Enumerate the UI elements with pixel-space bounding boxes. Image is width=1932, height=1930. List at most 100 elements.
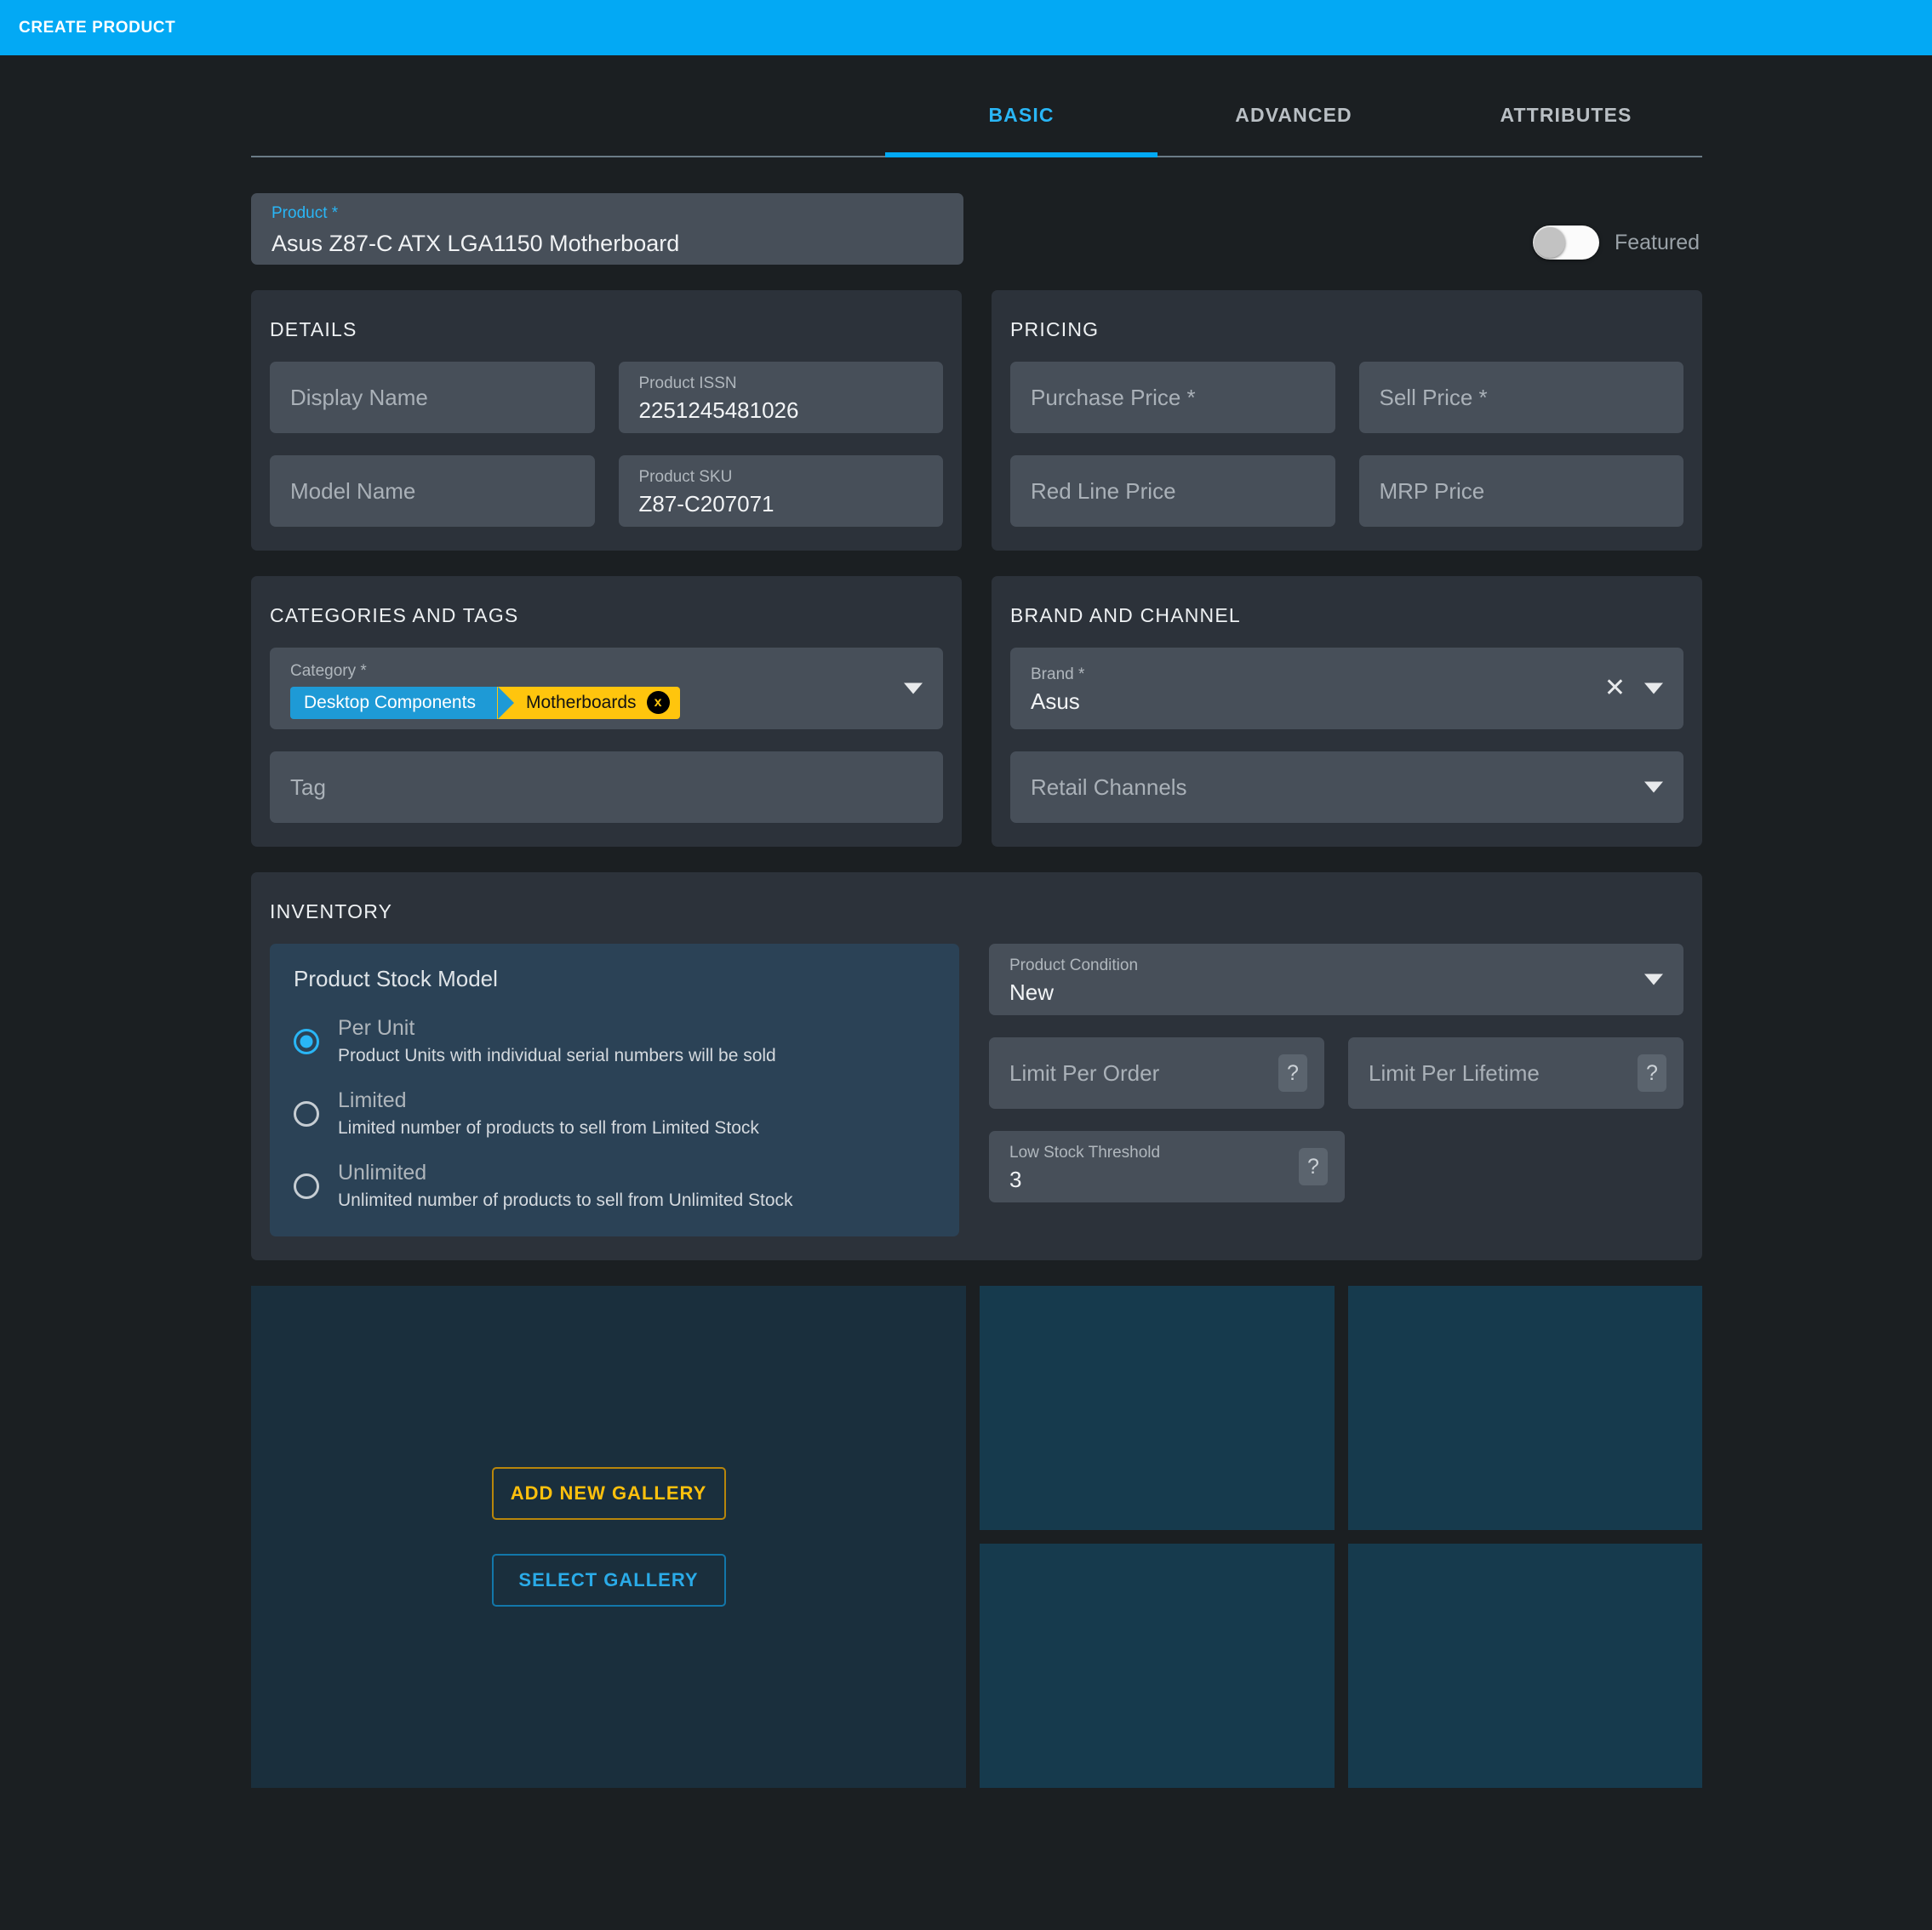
tab-attributes[interactable]: ATTRIBUTES [1430,104,1702,156]
product-condition-label: Product Condition [1009,956,1139,974]
gallery-tile-grid [980,1286,1702,1788]
stock-option-limited-text: Limited Limited number of products to se… [338,1088,759,1139]
details-pricing-row: DETAILS Display Name Product ISSN 225124… [251,290,1702,551]
product-stock-model-card: Product Stock Model Per Unit Product Uni… [270,944,959,1236]
details-panel-title: DETAILS [270,318,357,340]
purchase-price-input[interactable]: Purchase Price * [1010,362,1335,433]
content-column: BASIC ADVANCED ATTRIBUTES Product * Asus… [251,55,1702,1788]
product-issn-input[interactable]: Product ISSN 2251245481026 [618,362,943,433]
stock-option-per-unit-text: Per Unit Product Units with individual s… [338,1016,776,1066]
featured-label: Featured [1614,230,1700,254]
category-select[interactable]: Category * Desktop Components Motherboar… [270,648,943,729]
stock-option-limited[interactable]: Limited Limited number of products to se… [294,1088,935,1139]
featured-toggle[interactable] [1532,226,1599,260]
mrp-price-input[interactable]: MRP Price [1358,455,1683,527]
brand-label: Brand * [1031,665,1085,683]
display-name-placeholder: Display Name [290,384,428,410]
chevron-down-icon[interactable] [1644,682,1663,694]
product-name-row: Product * Asus Z87-C ATX LGA1150 Motherb… [251,193,1702,265]
clear-icon[interactable]: ✕ [1604,676,1626,701]
chevron-down-icon[interactable] [904,682,923,694]
stock-option-unlimited[interactable]: Unlimited Unlimited number of products t… [294,1161,935,1211]
help-icon[interactable]: ? [1299,1148,1328,1185]
product-sku-input[interactable]: Product SKU Z87-C207071 [618,455,943,527]
active-tab-indicator [885,152,1157,157]
select-gallery-button[interactable]: SELECT GALLERY [491,1554,726,1607]
model-name-placeholder: Model Name [290,477,416,504]
close-icon[interactable]: x [646,691,670,714]
red-line-price-placeholder: Red Line Price [1031,477,1176,504]
categories-brand-row: CATEGORIES AND TAGS Category * Desktop C… [251,576,1702,847]
category-chip-child-label: Motherboards [525,692,637,712]
tab-bar: BASIC ADVANCED ATTRIBUTES [251,55,1702,157]
limit-per-lifetime-input[interactable]: Limit Per Lifetime ? [1348,1037,1683,1109]
tag-input[interactable]: Tag [270,751,943,823]
details-row-2: Model Name Product SKU Z87-C207071 [270,455,943,527]
radio-icon[interactable] [294,1173,319,1199]
brand-panel: BRAND AND CHANNEL Brand * Asus ✕ Retail … [992,576,1702,847]
featured-toggle-group: Featured [1532,193,1702,260]
add-new-gallery-button[interactable]: ADD NEW GALLERY [491,1467,726,1520]
low-stock-row-spacer [1369,1131,1683,1202]
categories-panel-title: CATEGORIES AND TAGS [270,604,519,626]
stock-option-unlimited-desc: Unlimited number of products to sell fro… [338,1191,793,1210]
page-body: BASIC ADVANCED ATTRIBUTES Product * Asus… [0,55,1932,1930]
tab-basic[interactable]: BASIC [885,104,1157,156]
pricing-row-1: Purchase Price * Sell Price * [1010,362,1683,433]
stock-option-limited-desc: Limited number of products to sell from … [338,1118,759,1138]
limit-per-lifetime-placeholder: Limit Per Lifetime [1369,1059,1540,1086]
gallery-tile[interactable] [1347,1286,1702,1530]
radio-icon[interactable] [294,1028,319,1054]
product-condition-value: New [1009,979,1055,1005]
purchase-price-placeholder: Purchase Price * [1031,384,1196,410]
brand-value: Asus [1031,688,1080,714]
category-chip-child[interactable]: Motherboards x [496,686,680,719]
product-name-field[interactable]: Product * Asus Z87-C ATX LGA1150 Motherb… [251,193,963,265]
gallery-tile[interactable] [980,1544,1335,1788]
limit-per-order-input[interactable]: Limit Per Order ? [989,1037,1324,1109]
category-chip-parent[interactable]: Desktop Components [290,686,514,719]
product-stock-model-title: Product Stock Model [294,966,498,991]
inventory-panel-title: INVENTORY [270,900,393,922]
sell-price-placeholder: Sell Price * [1379,384,1488,410]
category-chip-list: Desktop Components Motherboards x [290,686,923,719]
inventory-panel: INVENTORY Product Stock Model Per Unit P… [251,872,1702,1260]
gallery-tile[interactable] [1347,1544,1702,1788]
stock-option-limited-label: Limited [338,1088,407,1112]
category-chip-parent-label: Desktop Components [304,692,476,712]
stock-option-per-unit-desc: Product Units with individual serial num… [338,1046,776,1065]
chevron-down-icon[interactable] [1644,974,1663,985]
product-sku-label: Product SKU [638,468,733,486]
pricing-panel-title: PRICING [1010,318,1100,340]
tab-advanced[interactable]: ADVANCED [1157,104,1430,156]
gallery-tile[interactable] [980,1286,1335,1530]
gallery-section: ADD NEW GALLERY SELECT GALLERY [251,1286,1702,1788]
low-stock-threshold-value: 3 [1009,1167,1022,1192]
sell-price-input[interactable]: Sell Price * [1358,362,1683,433]
gallery-actions-panel: ADD NEW GALLERY SELECT GALLERY [251,1286,966,1788]
toggle-knob [1534,227,1565,258]
product-issn-label: Product ISSN [638,374,737,392]
display-name-input[interactable]: Display Name [270,362,595,433]
help-icon[interactable]: ? [1278,1054,1307,1092]
stock-option-per-unit[interactable]: Per Unit Product Units with individual s… [294,1016,935,1066]
product-name-value: Asus Z87-C ATX LGA1150 Motherboard [272,231,680,256]
pricing-row-2: Red Line Price MRP Price [1010,455,1683,527]
stock-option-unlimited-label: Unlimited [338,1161,427,1185]
product-condition-select[interactable]: Product Condition New [989,944,1683,1015]
brand-select[interactable]: Brand * Asus ✕ [1010,648,1683,729]
product-issn-value: 2251245481026 [638,397,799,423]
tab-list: BASIC ADVANCED ATTRIBUTES [885,104,1702,156]
retail-channels-select[interactable]: Retail Channels [1010,751,1683,823]
chevron-down-icon[interactable] [1644,781,1663,793]
category-label: Category * [290,661,367,680]
radio-icon[interactable] [294,1100,319,1127]
tag-placeholder: Tag [290,774,326,800]
details-row-1: Display Name Product ISSN 2251245481026 [270,362,943,433]
help-icon[interactable]: ? [1638,1054,1666,1092]
page-title: CREATE PRODUCT [19,18,176,37]
red-line-price-input[interactable]: Red Line Price [1010,455,1335,527]
model-name-input[interactable]: Model Name [270,455,595,527]
low-stock-threshold-input[interactable]: Low Stock Threshold 3 ? [989,1131,1345,1202]
limit-per-order-placeholder: Limit Per Order [1009,1059,1160,1086]
